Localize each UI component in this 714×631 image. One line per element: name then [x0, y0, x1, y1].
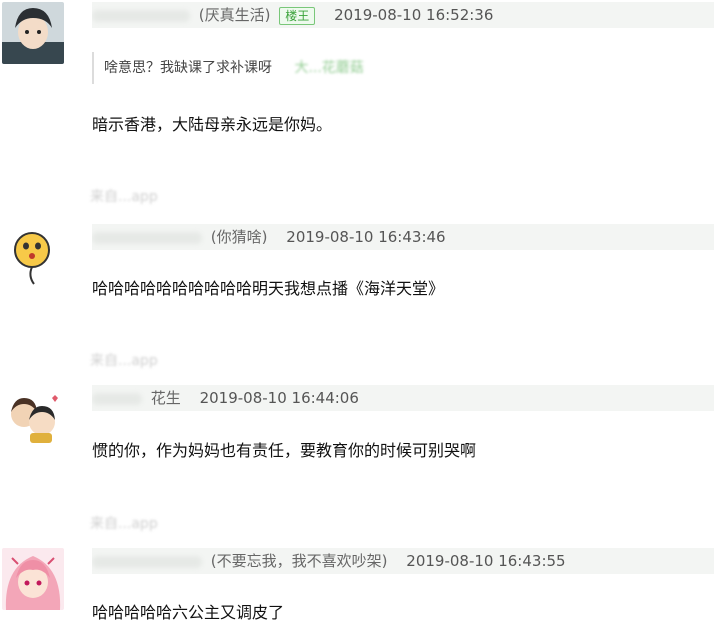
status-badge: 楼王 — [279, 6, 316, 25]
source-app-label: 来自...app — [90, 516, 158, 532]
nickname[interactable]: (不要忘我，我不喜欢吵架) — [211, 552, 388, 570]
comment-meta: 花生 2019-08-10 16:44:06 — [92, 385, 714, 411]
quote-text: 啥意思？我缺课了求补课呀 — [104, 60, 272, 76]
timestamp: 2019-08-10 16:43:55 — [406, 552, 566, 570]
quote-author[interactable]: 大...花蘑菇 — [294, 60, 363, 76]
avatar-couple-cartoon-icon — [2, 386, 64, 448]
nickname[interactable]: (你猜啥) — [211, 228, 268, 246]
avatar-pink-anime-girl-icon — [2, 548, 64, 610]
nickname[interactable]: 花生 — [151, 389, 181, 407]
blurred-username — [92, 555, 202, 568]
avatar[interactable] — [2, 548, 64, 610]
quoted-reply: 啥意思？我缺课了求补课呀 大...花蘑菇 — [92, 52, 364, 84]
comment-meta: (厌真生活) 楼王 2019-08-10 16:52:36 — [92, 2, 714, 28]
avatar-yellow-emoji-icon — [2, 226, 64, 288]
comment-content: 暗示香港，大陆母亲永远是你妈。 — [92, 115, 333, 134]
blurred-username — [92, 9, 190, 22]
source-app-label: 来自...app — [90, 189, 158, 205]
timestamp: 2019-08-10 16:52:36 — [334, 6, 494, 24]
timestamp: 2019-08-10 16:43:46 — [286, 228, 446, 246]
timestamp: 2019-08-10 16:44:06 — [199, 389, 359, 407]
comment-meta: (你猜啥) 2019-08-10 16:43:46 — [92, 224, 714, 250]
nickname[interactable]: (厌真生活) — [199, 6, 271, 24]
source-app-label: 来自...app — [90, 353, 158, 369]
avatar[interactable] — [2, 386, 64, 448]
comment-content: 惯的你，作为妈妈也有责任，要教育你的时候可别哭啊 — [92, 441, 477, 460]
comment-content: 哈哈哈哈哈哈哈哈哈哈明天我想点播《海洋天堂》 — [92, 279, 445, 298]
blurred-username — [92, 392, 142, 405]
avatar[interactable] — [2, 2, 64, 64]
comment-meta: (不要忘我，我不喜欢吵架) 2019-08-10 16:43:55 — [92, 548, 714, 574]
comment-content: 哈哈哈哈哈六公主又调皮了 — [92, 603, 285, 622]
blurred-username — [92, 231, 202, 244]
avatar-anime-boy-icon — [2, 2, 64, 64]
avatar[interactable] — [2, 226, 64, 288]
